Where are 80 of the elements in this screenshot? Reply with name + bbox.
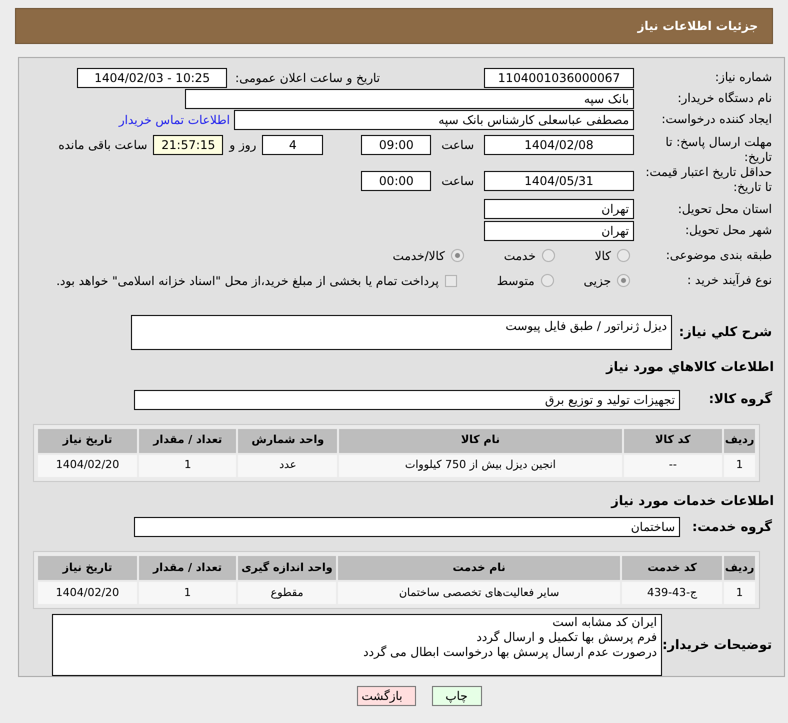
column-header: تعداد / مقدار: [139, 428, 236, 452]
column-header: نام کالا: [339, 428, 622, 452]
text-field[interactable]: تهران: [484, 220, 634, 241]
checkbox[interactable]: [444, 274, 457, 287]
field-label: ایجاد کننده درخواست:: [661, 112, 772, 126]
table-cell: --: [624, 454, 722, 476]
note-line: فرم پرسش بها تکمیل و ارسال گردد: [476, 630, 657, 644]
radio-button[interactable]: [450, 249, 464, 262]
table-cell: 1: [139, 454, 236, 476]
column-header: تاریخ نیاز: [38, 428, 138, 452]
field-label: ساعت: [441, 137, 474, 154]
radio-button[interactable]: [617, 249, 630, 262]
text-field[interactable]: تجهیزات تولید و توزیع برق: [134, 390, 680, 410]
text-field[interactable]: 1404/02/03 - 10:25: [77, 68, 228, 88]
field-label: تاریخ و ساعت اعلان عمومی:: [235, 70, 380, 87]
table-cell: 1: [724, 454, 755, 476]
radio-label: کالا: [594, 248, 611, 265]
column-header: واحد شمارش: [238, 428, 338, 452]
text-field[interactable]: 1404/05/31: [484, 171, 634, 192]
text-field[interactable]: تهران: [484, 199, 634, 220]
text-field[interactable]: 4: [262, 135, 324, 156]
back-button[interactable]: بازگشت: [356, 686, 416, 706]
table-cell: انجین دیزل بیش از 750 کیلووات: [339, 454, 622, 476]
radio-label: جزیی: [584, 272, 611, 290]
column-header: نام خدمت: [338, 556, 620, 580]
table-cell: عدد: [238, 454, 338, 476]
field-label: گروه خدمت:: [692, 520, 772, 534]
table-cell: 1404/02/20: [38, 454, 138, 476]
contact-link[interactable]: اطلاعات تماس خریدار: [118, 110, 230, 129]
radio-button[interactable]: [542, 249, 555, 262]
column-header: کد کالا: [624, 428, 722, 452]
print-button[interactable]: چاپ: [432, 686, 482, 706]
description-field[interactable]: دیزل ژنراتور / طبق فایل پیوست: [131, 315, 672, 350]
page-title: جزئیات اطلاعات نیاز: [637, 18, 758, 35]
field-label: نام دستگاه خریدار:: [678, 91, 772, 106]
table-cell: 1: [138, 582, 236, 604]
table-cell: ج-43-439: [622, 582, 722, 604]
column-header: تعداد / مقدار: [138, 556, 236, 580]
field-label: توضیحات خریدار:: [662, 638, 772, 652]
field-label: استان محل تحویل:: [678, 202, 772, 216]
field-label: شماره نیاز:: [715, 70, 772, 84]
column-header: تاریخ نیاز: [38, 556, 137, 580]
radio-label: کالا/خدمت: [392, 248, 445, 265]
field-label: طبقه بندی موضوعی:: [666, 248, 772, 262]
field-label: شرح کلي نیاز:: [678, 325, 772, 340]
text-field[interactable]: 1104001036000067: [484, 68, 634, 88]
table-cell: مقطوع: [238, 582, 336, 604]
table-cell: 1: [724, 582, 755, 604]
radio-button[interactable]: [540, 274, 554, 288]
text-field[interactable]: مصطفی عباسعلی کارشناس بانک سپه: [234, 110, 634, 130]
field-label: نوع فرآیند خرید :: [687, 273, 772, 288]
text-field[interactable]: 1404/02/08: [484, 135, 634, 156]
text-field[interactable]: ساختمان: [134, 517, 680, 537]
field-label: ساعت: [441, 173, 474, 190]
field-label: شهر محل تحویل:: [685, 223, 772, 238]
text-field[interactable]: 21:57:15: [153, 135, 224, 156]
text-field[interactable]: 00:00: [361, 171, 432, 192]
section-heading: اطلاعات خدمات مورد نیاز: [611, 494, 774, 508]
notes-field[interactable]: ایران کد مشابه است فرم پرسش بها تکمیل و ارسال گردد درصورت عدم ارسال پرسش بها درخواست ابطال می گردد: [52, 614, 662, 676]
field-label: روز و: [229, 137, 256, 154]
note-line: درصورت عدم ارسال پرسش بها درخواست ابطال می گردد: [363, 645, 657, 659]
radio-label: خدمت: [504, 248, 536, 265]
column-header: ردیف: [724, 556, 755, 580]
radio-button[interactable]: [617, 274, 630, 288]
checkbox-label: پرداخت تمام یا بخشی از مبلغ خرید،از محل "اسناد خزانه اسلامی" خواهد بود.: [56, 272, 439, 290]
text-field[interactable]: 09:00: [361, 135, 432, 156]
description-text: دیزل ژنراتور / طبق فایل پیوست: [505, 319, 667, 333]
column-header: واحد اندازه گیری: [238, 556, 336, 580]
note-line: ایران کد مشابه است: [552, 615, 657, 629]
field-label: حداقل تاریخ اعتبار قیمت: تا تاریخ:: [645, 165, 772, 194]
text-field[interactable]: بانک سپه: [185, 88, 634, 109]
radio-label: متوسط: [496, 272, 535, 290]
field-label: گروه کالا:: [708, 392, 772, 407]
field-label: مهلت ارسال پاسخ: تا تاریخ:: [665, 135, 772, 164]
column-header: ردیف: [724, 428, 755, 452]
section-heading: اطلاعات کالاهاي مورد نیاز: [606, 360, 774, 375]
field-label: ساعت باقی مانده: [58, 137, 148, 154]
table-cell: 1404/02/20: [38, 582, 137, 604]
table-cell: سایر فعالیت‌های تخصصی ساختمان: [338, 582, 620, 604]
column-header: کد خدمت: [622, 556, 722, 580]
